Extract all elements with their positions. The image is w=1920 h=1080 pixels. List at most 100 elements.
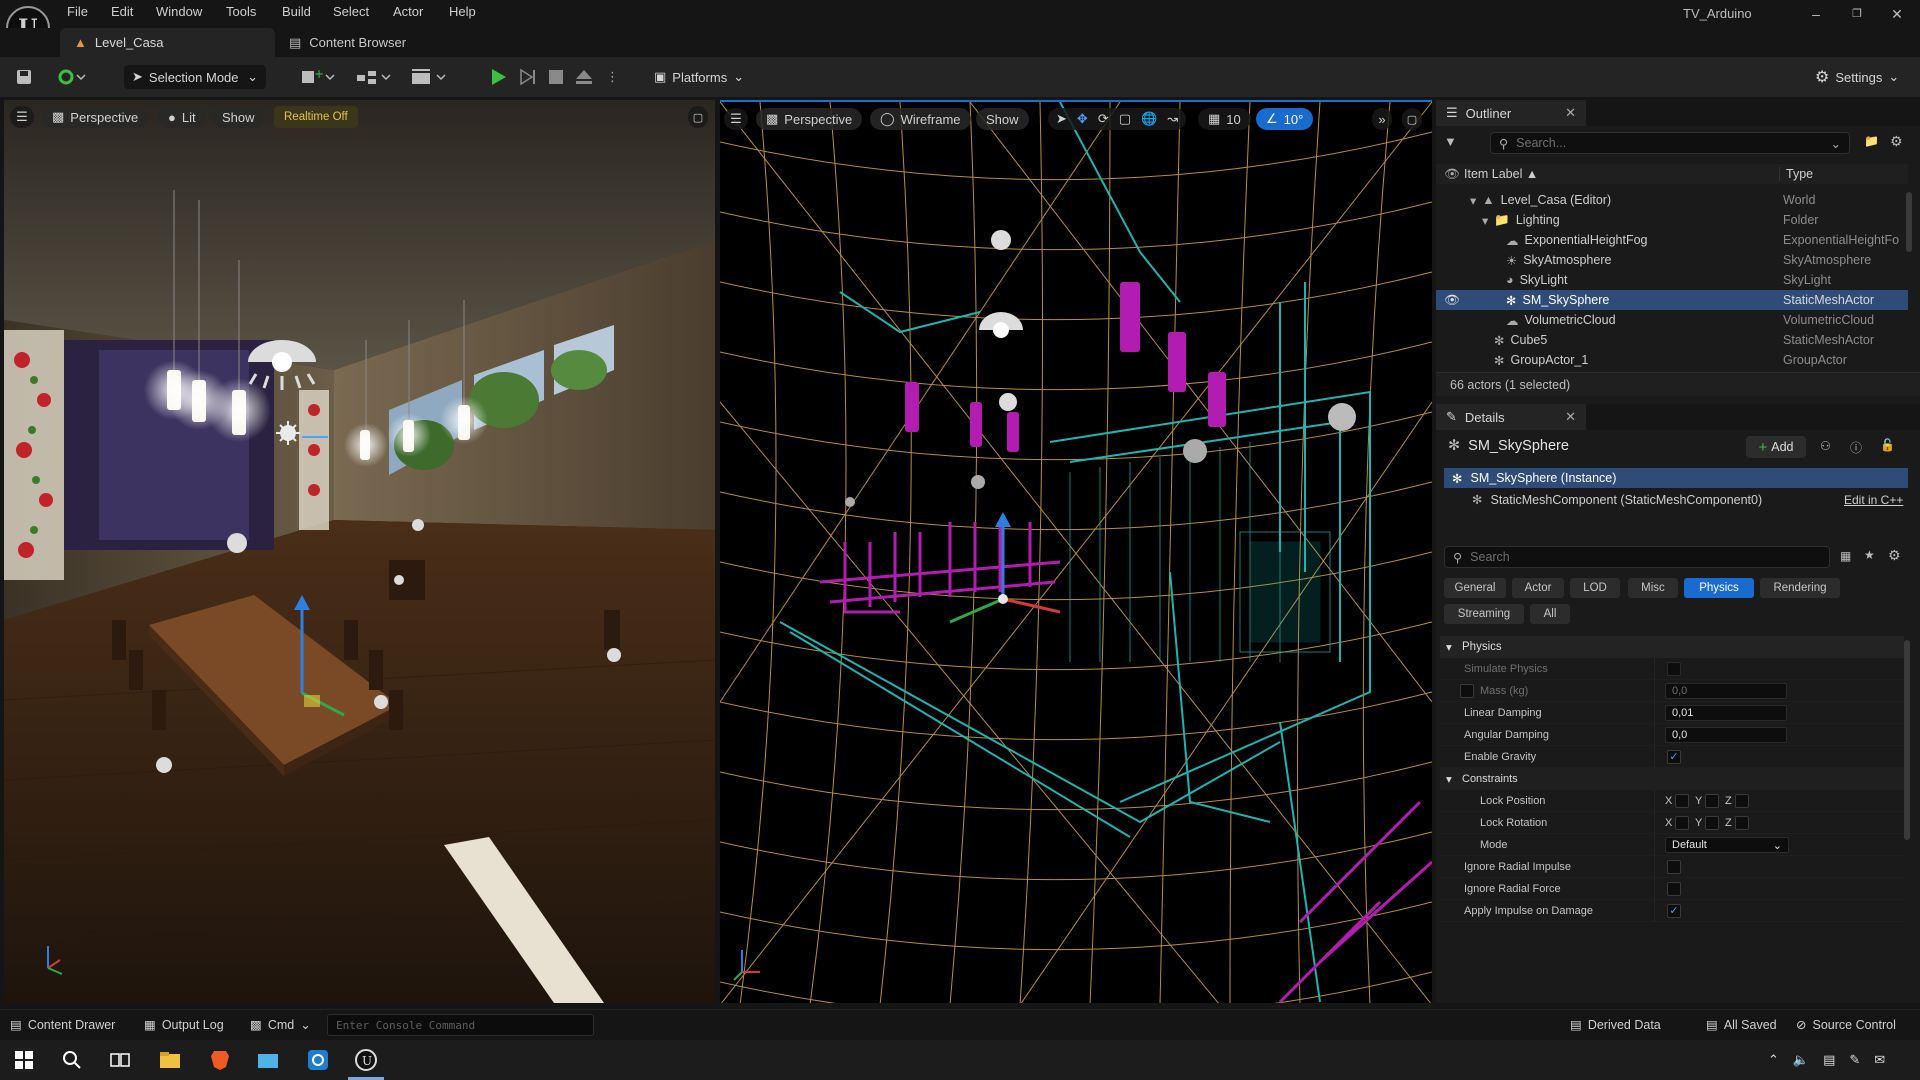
show-button[interactable]: Show	[976, 108, 1029, 130]
help-icon[interactable]: ⓘ	[1850, 439, 1862, 456]
outliner-row[interactable]: ✻ GroupActor_1 GroupActor	[1436, 350, 1908, 370]
outliner-scrollbar[interactable]	[1906, 192, 1912, 252]
outliner-row[interactable]: ▾ ▲ Level_Casa (Editor) World	[1436, 190, 1908, 210]
details-search-input[interactable]: ⚲ Search	[1444, 546, 1830, 568]
rotation-snap-button[interactable]: ∠ 10°	[1256, 108, 1314, 130]
minimize-icon[interactable]: –	[1806, 6, 1826, 22]
hamburger-menu-icon[interactable]: ☰	[10, 106, 34, 128]
eject-button[interactable]	[573, 65, 595, 89]
close-icon[interactable]: ✕	[1565, 409, 1576, 425]
arduino-ide-icon[interactable]	[306, 1048, 330, 1072]
outliner-tab[interactable]: ☰ Outliner ✕	[1436, 100, 1586, 126]
eye-icon[interactable]: 👁	[1444, 293, 1460, 308]
display-icon[interactable]: ▤	[1823, 1052, 1835, 1068]
add-actor-button[interactable]: +	[300, 65, 338, 89]
details-tab[interactable]: ✎ Details ✕	[1436, 404, 1586, 430]
filter-tab-lod[interactable]: LOD	[1570, 578, 1620, 598]
notification-icon[interactable]: ✉	[1874, 1052, 1885, 1068]
filter-tab-rendering[interactable]: Rendering	[1760, 578, 1840, 598]
details-scrollbar[interactable]	[1904, 640, 1910, 840]
menu-file[interactable]: File	[67, 3, 88, 20]
file-explorer-icon[interactable]	[158, 1048, 182, 1072]
cinematics-button[interactable]	[410, 65, 448, 89]
selection-mode-dropdown[interactable]: ➤ Selection Mode ⌄	[124, 65, 266, 89]
menu-window[interactable]: Window	[156, 3, 202, 20]
menu-edit[interactable]: Edit	[111, 3, 133, 20]
ignore-radial-force-checkbox[interactable]	[1667, 882, 1681, 896]
cmd-dropdown[interactable]: ▩ Cmd ⌄	[250, 1017, 311, 1033]
eye-icon[interactable]: 👁	[1444, 167, 1460, 182]
lock-rotation-y-checkbox[interactable]	[1705, 816, 1719, 830]
menu-actor[interactable]: Actor	[393, 3, 423, 20]
brave-browser-icon[interactable]	[208, 1048, 232, 1072]
category-constraints[interactable]: ▾ Constraints	[1440, 768, 1904, 790]
gear-icon[interactable]: ⚙	[1890, 133, 1903, 150]
outliner-row[interactable]: ✻ Cube5 StaticMeshActor	[1436, 330, 1908, 350]
instance-row-selected[interactable]: ✻ SM_SkySphere (Instance)	[1444, 468, 1908, 488]
save-icon[interactable]	[15, 65, 33, 89]
play-button[interactable]	[487, 65, 509, 89]
perspective-button[interactable]: ▩ Perspective	[756, 108, 863, 130]
filter-tab-general[interactable]: General	[1444, 578, 1506, 598]
add-component-button[interactable]: + Add	[1746, 436, 1806, 458]
advance-frame-button[interactable]	[517, 65, 539, 89]
menu-help[interactable]: Help	[449, 3, 476, 20]
linear-damping-input[interactable]: 0,01	[1665, 705, 1787, 721]
content-drawer-button[interactable]: ▤ Content Drawer	[10, 1017, 115, 1033]
star-icon[interactable]: ★	[1864, 548, 1875, 562]
filter-icon[interactable]: ▼	[1444, 134, 1457, 149]
lock-position-y-checkbox[interactable]	[1705, 794, 1719, 808]
move-tool-icon[interactable]: ✥	[1077, 111, 1088, 127]
tab-content-browser[interactable]: ▤ Content Browser	[275, 28, 420, 57]
all-saved-button[interactable]: ▤ All Saved	[1706, 1017, 1777, 1033]
mass-override-checkbox[interactable]	[1460, 684, 1474, 698]
angular-damping-input[interactable]: 0,0	[1665, 727, 1787, 743]
mode-dropdown[interactable]: Default ⌄	[1665, 837, 1789, 853]
derived-data-button[interactable]: ▤ Derived Data	[1570, 1017, 1661, 1033]
more-chevron-icon[interactable]: »	[1372, 108, 1392, 130]
show-button[interactable]: Show	[212, 106, 265, 128]
folder-icon[interactable]	[256, 1048, 280, 1072]
rotate-tool-icon[interactable]: ⟳	[1098, 111, 1109, 127]
table-view-icon[interactable]: ▦	[1840, 549, 1851, 563]
gear-icon[interactable]: ⚙	[1888, 547, 1901, 564]
add-folder-icon[interactable]: 📁	[1864, 134, 1879, 148]
component-row[interactable]: ✻ StaticMeshComponent (StaticMeshComponen…	[1472, 492, 1762, 508]
filter-tab-streaming[interactable]: Streaming	[1444, 604, 1524, 624]
console-command-input[interactable]: Enter Console Command	[327, 1014, 594, 1036]
stop-button[interactable]	[545, 65, 567, 89]
viewport-lit[interactable]: ☰ ▩ Perspective ● Lit Show Realtime Off ▢	[4, 100, 715, 1003]
lock-position-x-checkbox[interactable]	[1675, 794, 1689, 808]
outliner-row[interactable]: ☁ VolumetricCloud VolumetricCloud	[1436, 310, 1908, 330]
lock-rotation-z-checkbox[interactable]	[1735, 816, 1749, 830]
blueprint-icon[interactable]: ⚇	[1820, 439, 1831, 453]
menu-tools[interactable]: Tools	[226, 3, 256, 20]
maximize-viewport-icon[interactable]: ▢	[1402, 108, 1422, 130]
outliner-search-input[interactable]: ⚲ Search... ⌄	[1490, 132, 1850, 154]
filter-tab-all[interactable]: All	[1530, 604, 1570, 624]
hamburger-menu-icon[interactable]: ☰	[724, 108, 748, 130]
tab-level-casa[interactable]: ▲ Level_Casa	[60, 28, 275, 57]
wireframe-mode-button[interactable]: ◯ Wireframe	[870, 108, 971, 130]
viewport-wireframe[interactable]: ☰ ▩ Perspective ◯ Wireframe Show ➤ ✥ ⟳ ▢ 🌐…	[720, 100, 1432, 1003]
apply-impulse-checkbox[interactable]: ✓	[1667, 904, 1681, 918]
surface-snap-icon[interactable]: ↝	[1167, 111, 1178, 127]
close-icon[interactable]: ✕	[1887, 6, 1907, 22]
task-view-icon[interactable]	[108, 1048, 132, 1072]
lock-position-z-checkbox[interactable]	[1735, 794, 1749, 808]
outliner-row[interactable]: ☀ SkyAtmosphere SkyAtmosphere	[1436, 250, 1908, 270]
lit-mode-button[interactable]: ● Lit	[158, 106, 206, 128]
category-physics[interactable]: ▾ Physics	[1440, 636, 1904, 658]
close-icon[interactable]: ✕	[1565, 105, 1576, 121]
outliner-row[interactable]: ◕ SkyLight SkyLight	[1436, 270, 1908, 290]
lock-icon[interactable]: 🔓	[1880, 438, 1895, 452]
search-icon[interactable]	[60, 1048, 84, 1072]
filter-tab-physics[interactable]: Physics	[1684, 578, 1754, 598]
unreal-engine-taskbar-icon[interactable]: U	[354, 1048, 378, 1072]
pen-icon[interactable]: ✎	[1849, 1052, 1860, 1068]
col-type[interactable]: Type	[1779, 167, 1813, 181]
perspective-button[interactable]: ▩ Perspective	[42, 106, 149, 128]
grid-snap-button[interactable]: ▦ 10	[1198, 108, 1251, 130]
ignore-radial-impulse-checkbox[interactable]	[1667, 860, 1681, 874]
realtime-off-badge[interactable]: Realtime Off	[274, 106, 358, 128]
